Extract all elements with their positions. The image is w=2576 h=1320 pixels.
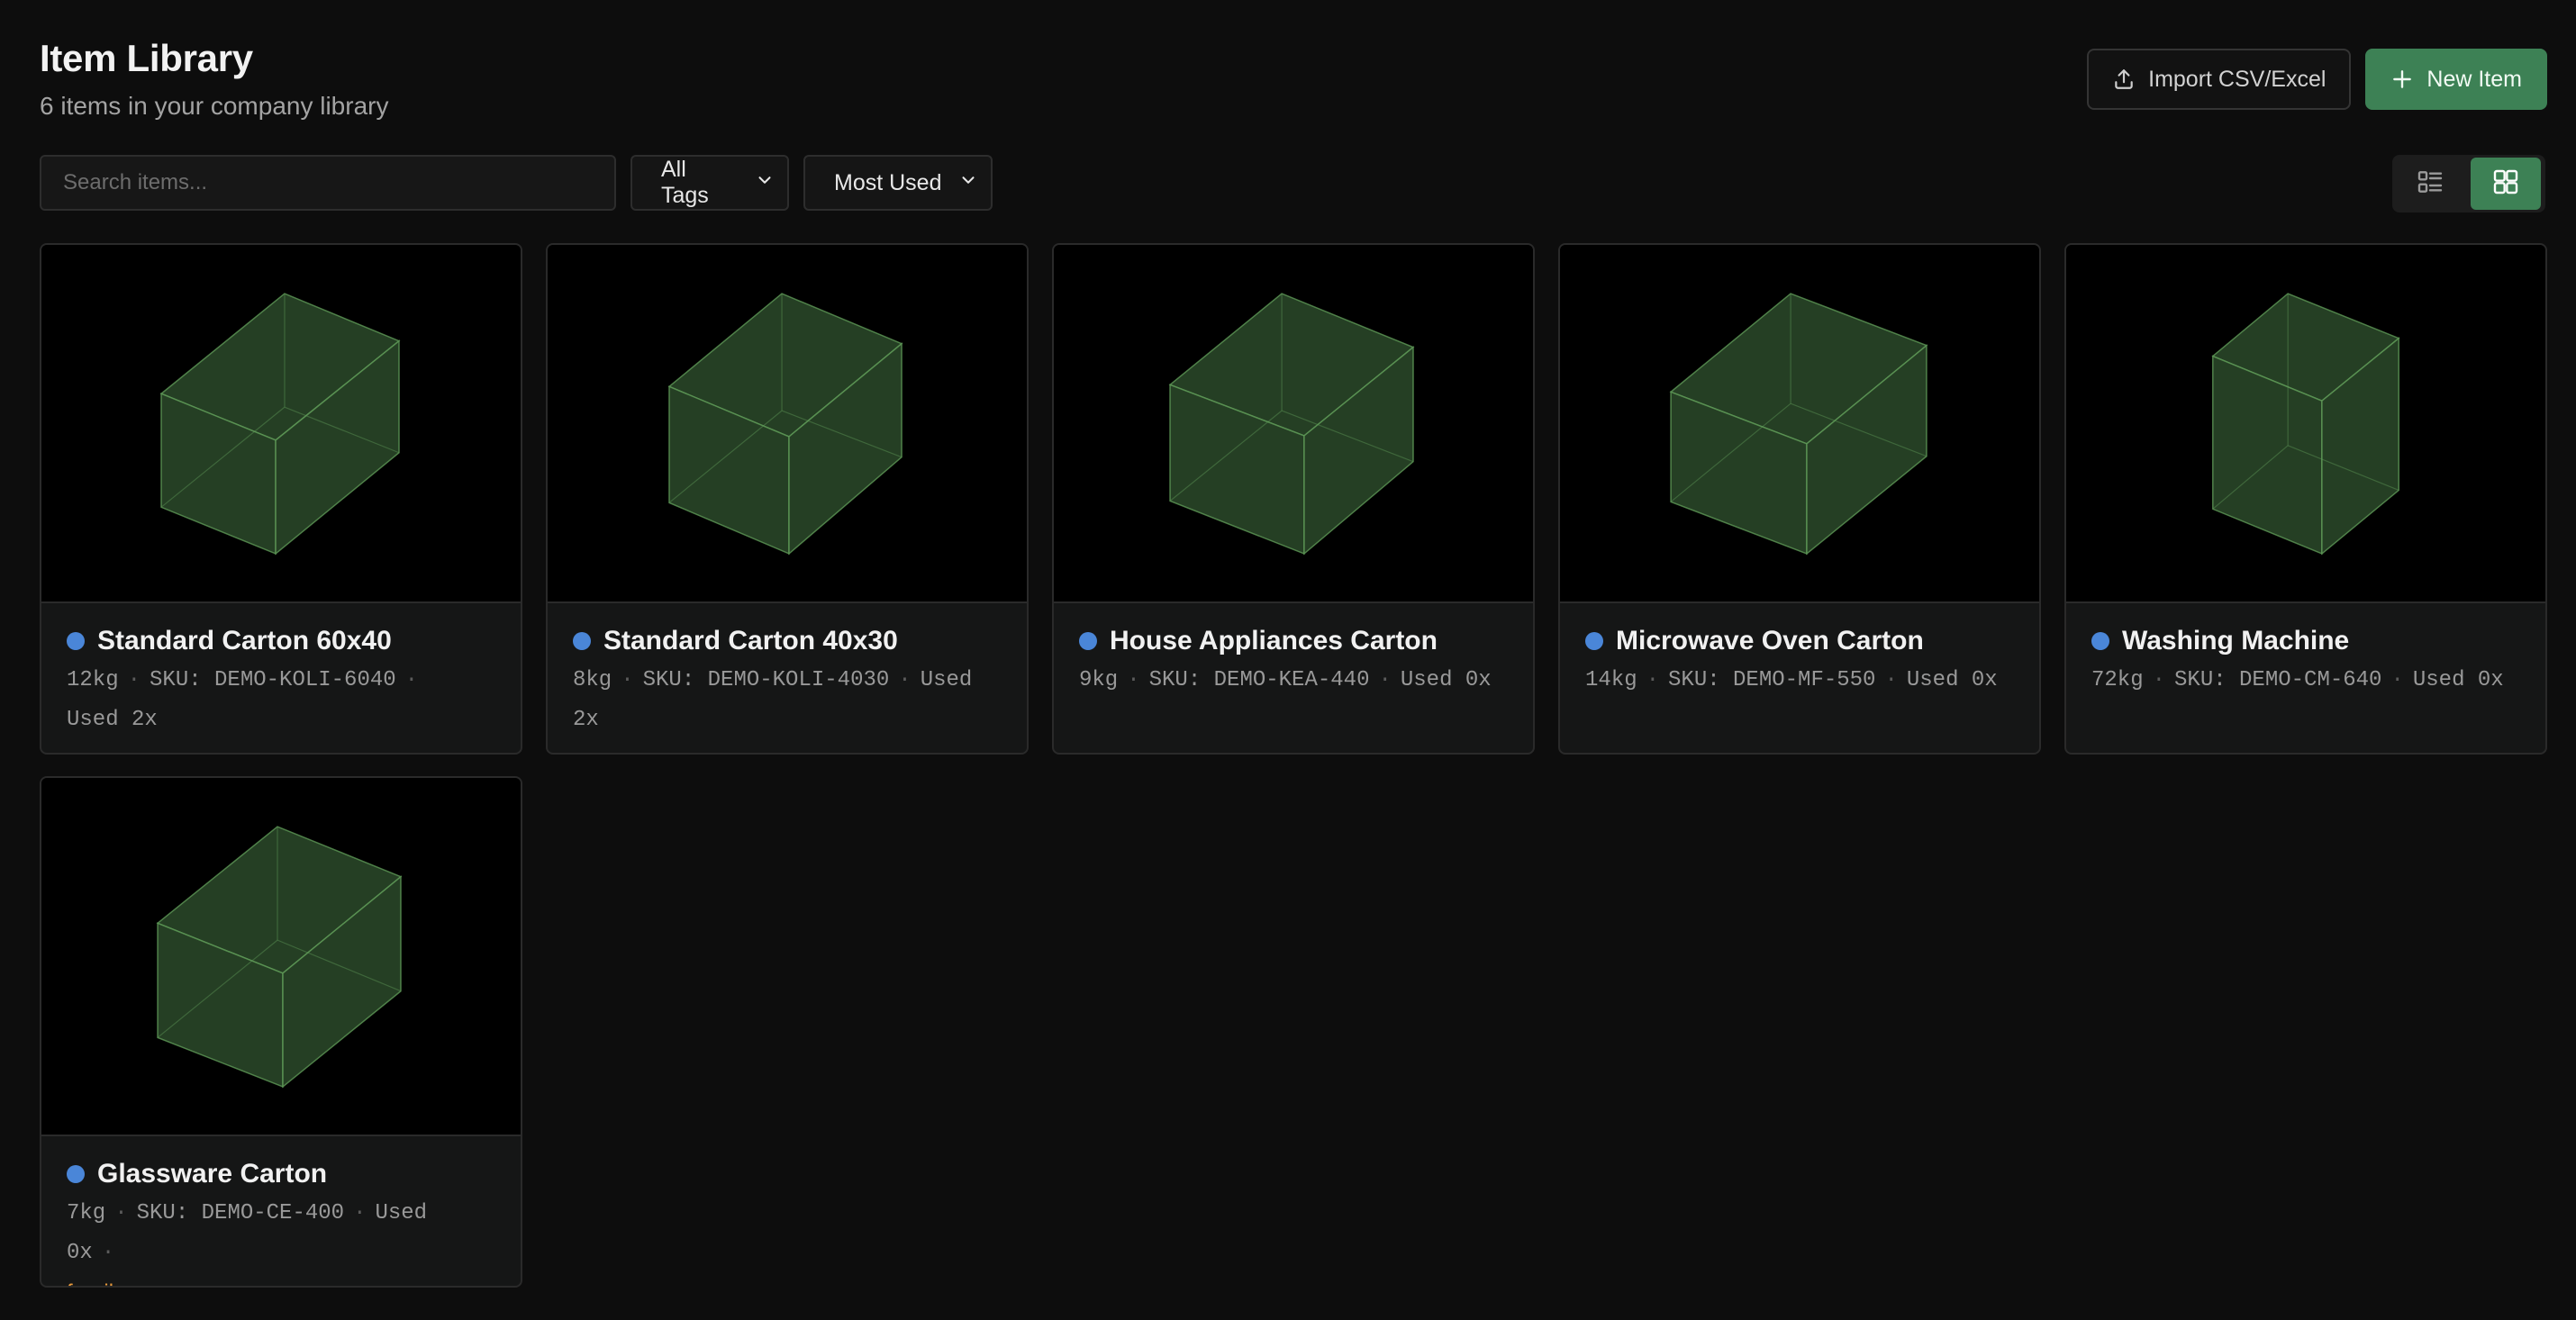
- item-weight: 12kg: [67, 668, 119, 692]
- item-meta: 8kg · SKU: DEMO-KOLI-4030 · Used 2x: [573, 668, 973, 732]
- item-usage: Used 2x: [67, 708, 158, 732]
- list-view-button[interactable]: [2395, 158, 2465, 210]
- item-name: Washing Machine: [2122, 626, 2350, 655]
- item-weight: 14kg: [1585, 668, 1637, 692]
- import-csv-button[interactable]: Import CSV/Excel: [2087, 49, 2352, 110]
- item-card[interactable]: Standard Carton 40x30 8kg · SKU: DEMO-KOLI…: [546, 243, 1029, 755]
- item-name: Microwave Oven Carton: [1616, 626, 1924, 655]
- status-dot: [1079, 632, 1097, 650]
- chevron-down-icon: [958, 170, 978, 196]
- item-card[interactable]: Glassware Carton 7kg · SKU: DEMO-CE-400 · Us…: [40, 776, 522, 1288]
- item-weight: 72kg: [2091, 668, 2144, 692]
- item-meta: 7kg·SKU: DEMO-CE-400·Used 0x·fragile: [67, 1194, 495, 1286]
- view-toggle: [2392, 155, 2545, 212]
- item-count-subtitle: 6 items in your company library: [40, 92, 389, 120]
- item-card[interactable]: House Appliances Carton 9kg · SKU: DEMO-KE…: [1052, 243, 1535, 755]
- new-item-button[interactable]: New Item: [2365, 49, 2547, 110]
- item-card[interactable]: Washing Machine 72kg · SKU: DEMO-CM-640 · Us…: [2064, 243, 2547, 755]
- fragile-tag: fragile: [67, 1280, 125, 1286]
- page-header: Item Library 6 items in your company lib…: [40, 34, 388, 122]
- search-input[interactable]: [40, 155, 616, 211]
- item-title: Standard Carton 60x40: [67, 623, 495, 659]
- box-3d-preview: [2066, 245, 2545, 603]
- item-card[interactable]: Microwave Oven Carton 14kg · SKU: DEMO-MF-…: [1558, 243, 2041, 755]
- chevron-down-icon: [755, 170, 775, 196]
- item-sku: SKU: DEMO-CM-640: [2174, 668, 2382, 692]
- status-dot: [67, 632, 85, 650]
- item-sku: SKU: DEMO-CE-400: [136, 1201, 345, 1225]
- tags-filter-value: All Tags: [661, 157, 709, 208]
- header-actions: Import CSV/Excel New Item: [2087, 49, 2547, 110]
- item-weight: 7kg: [67, 1201, 106, 1225]
- list-view-icon: [2416, 167, 2444, 201]
- tags-filter-select[interactable]: All Tags: [630, 155, 789, 211]
- status-dot: [2091, 632, 2109, 650]
- item-meta: 12kg · SKU: DEMO-KOLI-6040 · Used 2x: [67, 668, 419, 732]
- item-title: House Appliances Carton: [1079, 623, 1508, 659]
- sort-select[interactable]: Most Used: [803, 155, 993, 211]
- item-name: Standard Carton 60x40: [97, 626, 392, 655]
- filter-toolbar: All Tags Most Used: [40, 155, 993, 211]
- item-name: House Appliances Carton: [1110, 626, 1438, 655]
- item-title: Washing Machine: [2091, 623, 2520, 659]
- grid-view-button[interactable]: [2471, 158, 2541, 210]
- page-title: Item Library: [40, 37, 253, 79]
- item-usage: Used 0x: [2412, 668, 2504, 692]
- item-usage: Used 0x: [1400, 668, 1492, 692]
- item-weight: 8kg: [573, 668, 612, 692]
- item-meta: 14kg · SKU: DEMO-MF-550 · Used 0x: [1585, 668, 1998, 692]
- box-3d-preview: [1054, 245, 1533, 603]
- upload-icon: [2112, 68, 2136, 91]
- item-sku: SKU: DEMO-KEA-440: [1148, 668, 1370, 692]
- box-3d-preview: [41, 245, 521, 603]
- item-usage: Used 0x: [1906, 668, 1998, 692]
- sort-value: Most Used: [834, 169, 942, 195]
- item-meta: 72kg · SKU: DEMO-CM-640 · Used 0x: [2091, 668, 2504, 692]
- status-dot: [1585, 632, 1603, 650]
- item-sku: SKU: DEMO-KOLI-6040: [150, 668, 396, 692]
- new-item-label: New Item: [2426, 66, 2522, 92]
- item-sku: SKU: DEMO-KOLI-4030: [642, 668, 890, 692]
- import-csv-label: Import CSV/Excel: [2148, 66, 2327, 92]
- box-3d-preview: [41, 778, 521, 1136]
- grid-view-icon: [2491, 167, 2520, 201]
- item-title: Standard Carton 40x30: [573, 623, 1002, 659]
- item-sku: SKU: DEMO-MF-550: [1668, 668, 1876, 692]
- status-dot: [67, 1165, 85, 1183]
- box-3d-preview: [548, 245, 1027, 603]
- item-title: Microwave Oven Carton: [1585, 623, 2014, 659]
- item-name: Standard Carton 40x30: [603, 626, 898, 655]
- item-title: Glassware Carton: [67, 1156, 495, 1192]
- item-name: Glassware Carton: [97, 1159, 328, 1189]
- box-3d-preview: [1560, 245, 2039, 603]
- item-meta: 9kg · SKU: DEMO-KEA-440 · Used 0x: [1079, 668, 1492, 692]
- item-weight: 9kg: [1079, 668, 1119, 692]
- status-dot: [573, 632, 591, 650]
- item-card[interactable]: Standard Carton 60x40 12kg · SKU: DEMO-KOL…: [40, 243, 522, 755]
- plus-icon: [2390, 68, 2414, 91]
